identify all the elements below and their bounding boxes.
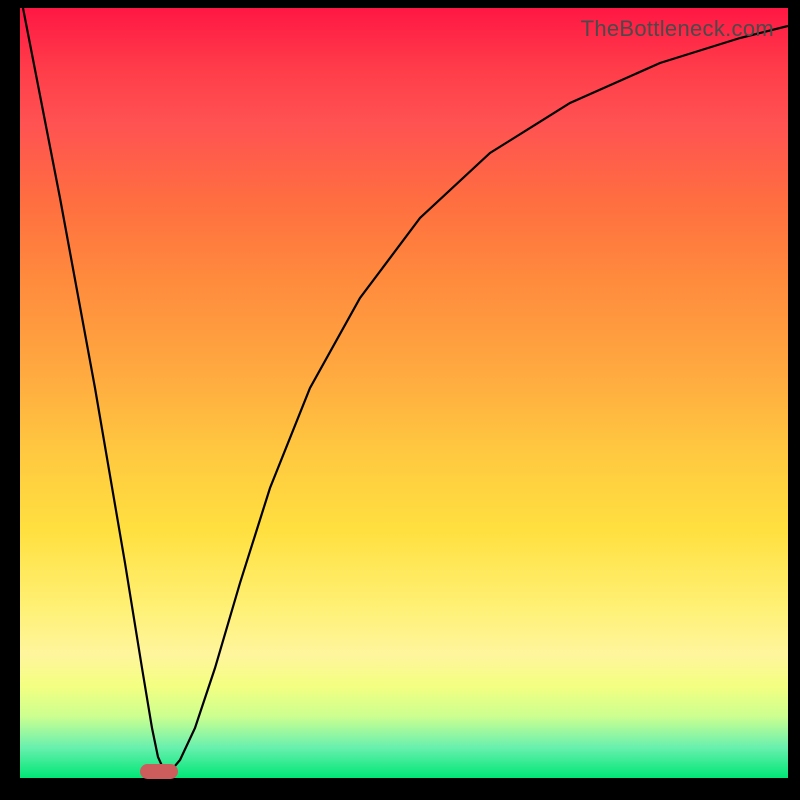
bottleneck-curve bbox=[20, 8, 788, 778]
curve-path bbox=[23, 8, 788, 773]
chart-container: TheBottleneck.com bbox=[20, 8, 788, 778]
watermark-text: TheBottleneck.com bbox=[581, 16, 774, 42]
optimal-marker bbox=[140, 764, 178, 779]
